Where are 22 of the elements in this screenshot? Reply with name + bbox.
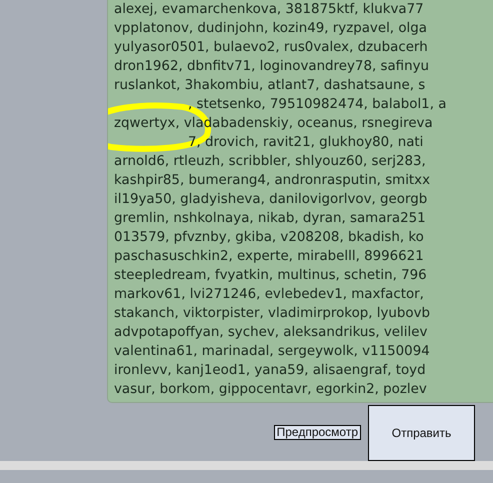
text-line: , stetsenko, 79510982474, balabol1, a <box>187 96 448 114</box>
text-line: kashpir85, bumerang4, andronrasputin, smitxx <box>114 172 432 190</box>
text-line: dron1962, dbnfitv71, loginovandrey78, safinyu <box>114 58 430 76</box>
text-line: 013579, pfvznby, gkiba, v208208, bkadish, ko <box>114 229 425 247</box>
text-line: gremlin, nshkolnaya, nikab, dyran, samara251 <box>114 210 427 228</box>
text-line: advpotapoffyan, sychev, aleksandrikus, velilev <box>114 324 428 342</box>
text-line: valentina61, marinadal, sergeywolk, v1150094 <box>114 343 431 361</box>
text-line: arnold6, rtleuzh, scribbler, shlyouz60, serj283, <box>114 153 427 171</box>
text-line: il19ya50, gladyisheva, danilovigorlvov, georgb <box>114 191 428 209</box>
text-line: vpplatonov, dudinjohn, kozin49, ryzpavel, olga <box>114 20 428 38</box>
text-line: markov61, lvi271246, evlebedev1, maxfactor, <box>114 286 425 304</box>
message-textarea[interactable] <box>107 0 493 403</box>
text-line: yulyasor0501, bulaevo2, rus0valex, dzubacerh <box>114 39 429 57</box>
text-line: paschasuschkin2, experte, mirabelll, 8996621 <box>114 248 425 266</box>
text-line: alexej, evamarchenkova, 381875ktf, klukva77 <box>114 1 425 19</box>
text-line: steepledream, fvyatkin, multinus, schetin, 796 <box>114 267 428 285</box>
text-line: stakanch, viktorpister, vladimirprokop, lyubovb <box>114 305 432 323</box>
text-line: ironlevv, kanj1eod1, yana59, alisaengraf, toyd <box>114 362 427 380</box>
submit-button[interactable]: Отправить <box>368 405 475 461</box>
text-line: vasur, borkom, gippocentavr, egorkin2, pozlev <box>114 381 428 399</box>
text-line: ruslankot, 3hakombiu, atlant7, dashatsaune, s <box>114 77 426 95</box>
preview-button[interactable]: Предпросмотр <box>274 424 361 440</box>
